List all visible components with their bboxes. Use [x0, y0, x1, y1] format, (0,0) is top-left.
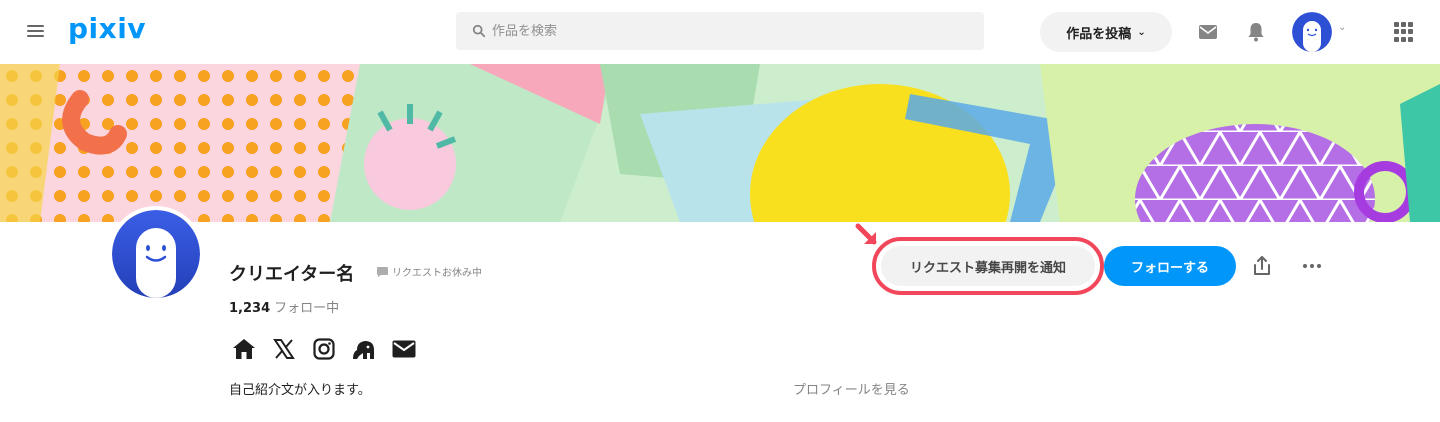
x-icon[interactable] — [271, 336, 297, 362]
menu-icon[interactable] — [24, 22, 48, 42]
following-count[interactable]: 1,234 フォロー中 — [229, 297, 339, 316]
more-icon[interactable] — [1300, 256, 1324, 276]
creator-name: クリエイター名 — [229, 264, 355, 285]
view-profile-link[interactable]: プロフィールを見る — [793, 379, 910, 398]
cover-banner — [0, 64, 1440, 222]
pointer-arrow-icon — [855, 223, 877, 245]
mail-icon[interactable] — [391, 336, 417, 362]
pixiv-logo[interactable]: pixiv — [68, 12, 146, 45]
user-avatar[interactable] — [1292, 12, 1332, 52]
share-icon[interactable] — [1250, 254, 1274, 278]
mastodon-icon[interactable] — [351, 336, 377, 362]
search-icon — [472, 24, 486, 38]
request-status-text: リクエストお休み中 — [392, 268, 482, 279]
speech-bubble-icon — [377, 266, 388, 277]
cover-illustration — [0, 64, 1440, 222]
chevron-down-icon: ⌄ — [1137, 26, 1146, 38]
bell-icon[interactable] — [1244, 20, 1268, 44]
request-notify-button[interactable]: リクエスト募集再開を通知 — [881, 246, 1095, 286]
social-links — [231, 336, 417, 362]
search-input[interactable] — [492, 23, 972, 39]
post-work-label: 作品を投稿 — [1066, 26, 1132, 42]
top-header: pixiv 作品を投稿 ⌄ ⌄ — [0, 0, 1440, 64]
following-number: 1,234 — [229, 301, 271, 316]
profile-avatar[interactable] — [108, 206, 204, 302]
home-icon[interactable] — [231, 336, 257, 362]
instagram-icon[interactable] — [311, 336, 337, 362]
mail-icon[interactable] — [1196, 20, 1220, 44]
post-work-button[interactable]: 作品を投稿 ⌄ — [1040, 12, 1172, 52]
request-status-badge: リクエストお休み中 — [376, 264, 482, 279]
profile-bio: 自己紹介文が入ります。 — [229, 383, 371, 398]
apps-grid-icon[interactable] — [1394, 22, 1414, 42]
follow-button[interactable]: フォローする — [1104, 246, 1236, 286]
following-label: フォロー中 — [274, 301, 340, 316]
search-bar[interactable] — [456, 12, 984, 50]
chevron-down-icon[interactable]: ⌄ — [1338, 22, 1346, 33]
